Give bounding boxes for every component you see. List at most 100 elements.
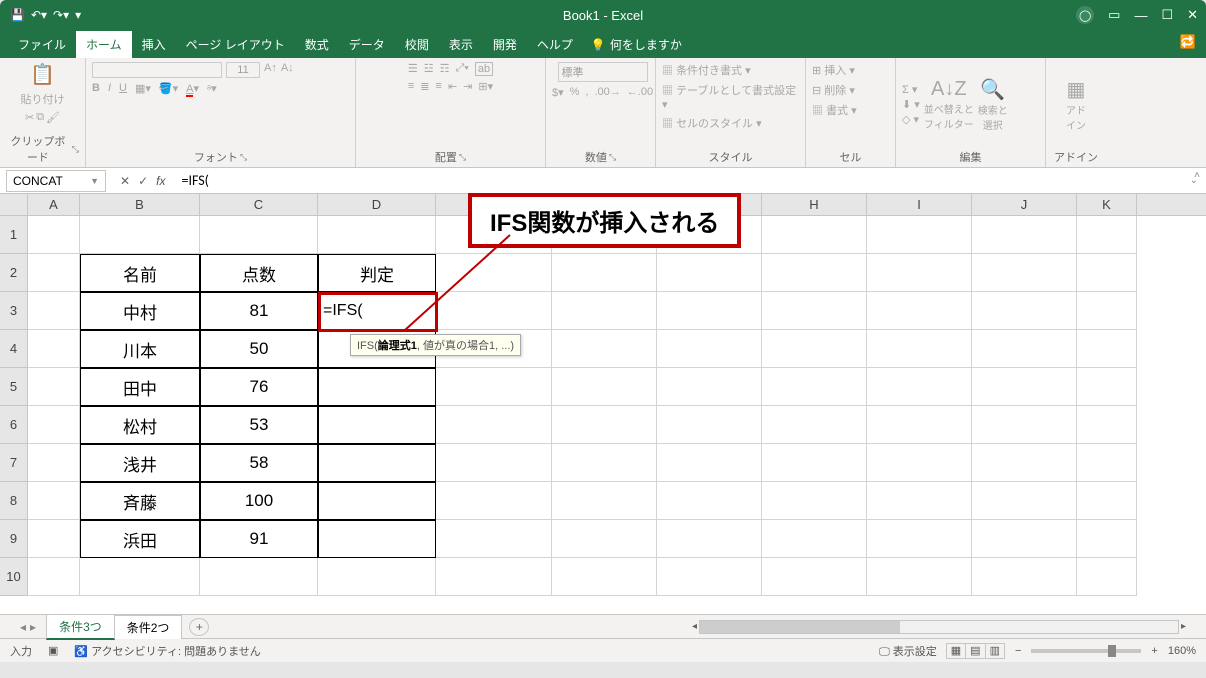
maximize-button[interactable]: ☐ — [1161, 7, 1173, 23]
cell-C4[interactable]: 50 — [200, 330, 318, 368]
cell-B2[interactable]: 名前 — [80, 254, 200, 292]
cell-F9[interactable] — [552, 520, 657, 558]
cell-A9[interactable] — [28, 520, 80, 558]
cell-styles-button[interactable]: ▦ セルのスタイル ▾ — [662, 115, 762, 131]
horizontal-scrollbar[interactable]: ◂ ▸ — [692, 620, 1186, 634]
number-dialog-icon[interactable]: ⤡ — [609, 152, 616, 163]
view-normal-icon[interactable]: ▦ — [946, 643, 966, 659]
cell-A10[interactable] — [28, 558, 80, 596]
paste-label[interactable]: 貼り付け — [21, 91, 65, 107]
tab-page-layout[interactable]: ページ レイアウト — [176, 31, 295, 58]
cell-B5[interactable]: 田中 — [80, 368, 200, 406]
cell-J3[interactable] — [972, 292, 1077, 330]
cell-D7[interactable] — [318, 444, 436, 482]
cell-J9[interactable] — [972, 520, 1077, 558]
align-bottom-icon[interactable]: ☶ — [440, 62, 450, 76]
cell-H9[interactable] — [762, 520, 867, 558]
save-icon[interactable]: 💾 — [10, 8, 25, 22]
cell-E6[interactable] — [436, 406, 552, 444]
cell-K7[interactable] — [1077, 444, 1137, 482]
cell-B6[interactable]: 松村 — [80, 406, 200, 444]
cell-F7[interactable] — [552, 444, 657, 482]
cell-J6[interactable] — [972, 406, 1077, 444]
sheet-nav-next-icon[interactable]: ▸ — [30, 620, 36, 634]
tab-data[interactable]: データ — [339, 31, 395, 58]
increase-font-icon[interactable]: A↑ — [264, 62, 277, 78]
cell-G3[interactable] — [657, 292, 762, 330]
cell-C7[interactable]: 58 — [200, 444, 318, 482]
cell-I1[interactable] — [867, 216, 972, 254]
percent-icon[interactable]: % — [570, 86, 580, 99]
cell-G5[interactable] — [657, 368, 762, 406]
align-left-icon[interactable]: ≡ — [408, 80, 414, 93]
cell-C2[interactable]: 点数 — [200, 254, 318, 292]
cell-H3[interactable] — [762, 292, 867, 330]
fill-icon[interactable]: ⬇ ▾ — [902, 98, 920, 111]
insert-cells-button[interactable]: ⊞ 挿入 ▾ — [812, 62, 855, 78]
tab-file[interactable]: ファイル — [8, 31, 76, 58]
display-settings-button[interactable]: 🖵 表示設定 — [879, 643, 937, 659]
view-pagebreak-icon[interactable]: ▥ — [985, 643, 1005, 659]
row-header-4[interactable]: 4 — [0, 330, 28, 368]
cell-A5[interactable] — [28, 368, 80, 406]
scroll-thumb[interactable] — [700, 621, 900, 633]
cell-D5[interactable] — [318, 368, 436, 406]
undo-icon[interactable]: ↶▾ — [31, 8, 47, 22]
col-header-A[interactable]: A — [28, 194, 80, 215]
cell-J1[interactable] — [972, 216, 1077, 254]
cell-K5[interactable] — [1077, 368, 1137, 406]
zoom-out-button[interactable]: − — [1015, 645, 1021, 657]
cell-A8[interactable] — [28, 482, 80, 520]
find-select-icon[interactable]: 🔍 — [978, 77, 1008, 102]
indent-inc-icon[interactable]: ⇥ — [463, 80, 472, 93]
sheet-nav-prev-icon[interactable]: ◂ — [20, 620, 26, 634]
cell-G6[interactable] — [657, 406, 762, 444]
delete-cells-button[interactable]: ⊟ 削除 ▾ — [812, 82, 855, 98]
user-avatar-icon[interactable]: ◯ — [1076, 6, 1094, 24]
font-dialog-icon[interactable]: ⤡ — [240, 152, 247, 163]
cell-H7[interactable] — [762, 444, 867, 482]
accessibility-status[interactable]: ♿ アクセシビリティ: 問題ありません — [74, 643, 260, 659]
cell-B1[interactable] — [80, 216, 200, 254]
cell-K4[interactable] — [1077, 330, 1137, 368]
cell-D6[interactable] — [318, 406, 436, 444]
cell-J5[interactable] — [972, 368, 1077, 406]
scroll-left-icon[interactable]: ◂ — [692, 621, 697, 632]
cell-A2[interactable] — [28, 254, 80, 292]
close-button[interactable]: ✕ — [1187, 7, 1198, 23]
tab-formulas[interactable]: 数式 — [295, 31, 339, 58]
zoom-slider[interactable] — [1031, 649, 1141, 653]
tab-view[interactable]: 表示 — [439, 31, 483, 58]
align-right-icon[interactable]: ≡ — [436, 80, 442, 93]
col-header-D[interactable]: D — [318, 194, 436, 215]
cell-K1[interactable] — [1077, 216, 1137, 254]
cell-C10[interactable] — [200, 558, 318, 596]
cell-G7[interactable] — [657, 444, 762, 482]
cell-H8[interactable] — [762, 482, 867, 520]
cell-F5[interactable] — [552, 368, 657, 406]
cell-D2[interactable]: 判定 — [318, 254, 436, 292]
cell-D1[interactable] — [318, 216, 436, 254]
format-table-button[interactable]: ▦ テーブルとして書式設定 ▾ — [662, 82, 799, 111]
cell-G9[interactable] — [657, 520, 762, 558]
cell-F8[interactable] — [552, 482, 657, 520]
font-name-combo[interactable] — [92, 62, 222, 78]
format-painter-icon[interactable]: 🖌 — [46, 111, 60, 124]
fill-color-icon[interactable]: 🪣▾ — [159, 82, 178, 95]
cell-G10[interactable] — [657, 558, 762, 596]
row-header-7[interactable]: 7 — [0, 444, 28, 482]
font-color-icon[interactable]: A▾ — [186, 82, 199, 95]
tab-insert[interactable]: 挿入 — [132, 31, 176, 58]
row-header-9[interactable]: 9 — [0, 520, 28, 558]
qat-customize-icon[interactable]: ▾ — [75, 8, 81, 22]
cell-G4[interactable] — [657, 330, 762, 368]
row-header-10[interactable]: 10 — [0, 558, 28, 596]
cell-A4[interactable] — [28, 330, 80, 368]
row-header-2[interactable]: 2 — [0, 254, 28, 292]
alignment-dialog-icon[interactable]: ⤡ — [459, 152, 466, 163]
cell-K10[interactable] — [1077, 558, 1137, 596]
cell-B4[interactable]: 川本 — [80, 330, 200, 368]
formula-input[interactable]: =IFS( — [173, 172, 1181, 189]
merge-icon[interactable]: ⊞▾ — [478, 80, 493, 93]
cell-C1[interactable] — [200, 216, 318, 254]
